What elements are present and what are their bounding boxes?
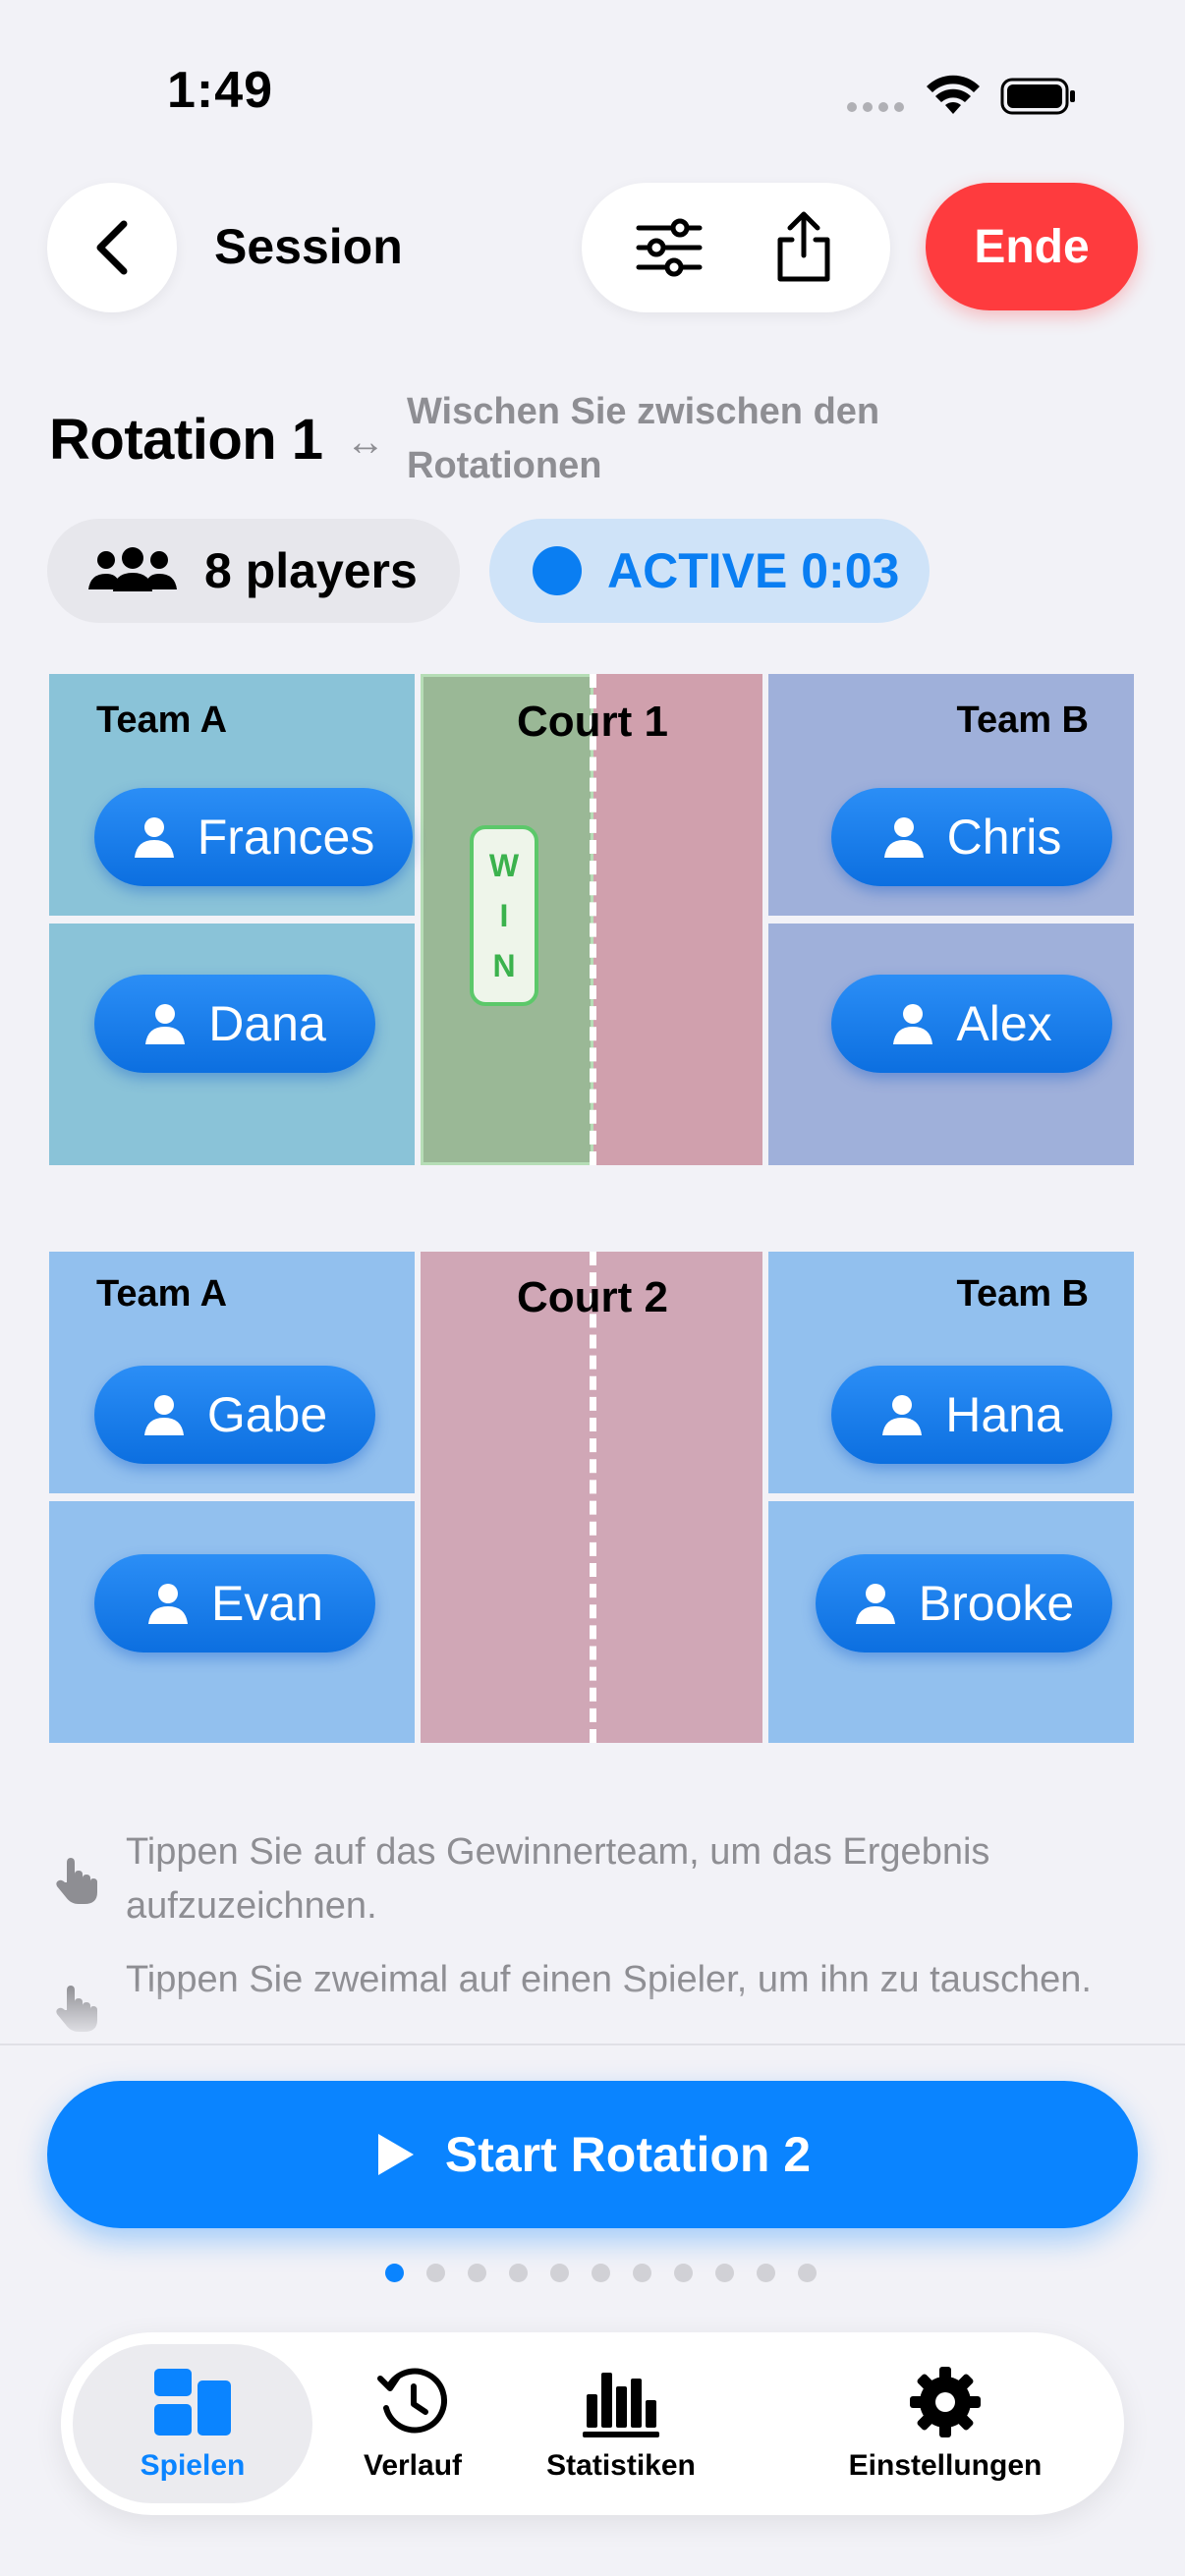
person-icon	[145, 1004, 186, 1044]
person-icon	[134, 817, 174, 858]
win-letter: N	[492, 947, 516, 983]
win-badge[interactable]: W I N	[470, 825, 538, 1006]
court1-floor-right	[593, 674, 762, 1165]
court-1: Team A Team B Court 1 W I N Frances Dana…	[49, 674, 1136, 1165]
players-count-label: 8 players	[204, 543, 418, 598]
gear-icon	[910, 2367, 981, 2437]
active-indicator-icon	[533, 546, 582, 595]
tab-spielen[interactable]: Spielen	[73, 2344, 312, 2503]
swipe-hint: Wischen Sie zwischen den Rotationen	[407, 391, 880, 486]
player-chip[interactable]: Frances	[94, 788, 413, 886]
player-name: Evan	[211, 1576, 323, 1631]
player-name: Hana	[945, 1387, 1063, 1442]
court2-title: Court 2	[517, 1273, 668, 1321]
rotation-page-indicator[interactable]	[0, 2264, 1185, 2282]
player-chip[interactable]: Brooke	[816, 1554, 1112, 1652]
start-rotation-label: Start Rotation 2	[444, 2127, 812, 2182]
player-name: Chris	[946, 810, 1062, 865]
page-dot[interactable]	[467, 2264, 486, 2282]
player-chip[interactable]: Hana	[831, 1366, 1112, 1464]
active-timer-label: ACTIVE 0:03	[607, 543, 900, 598]
player-chip[interactable]: Alex	[831, 975, 1112, 1073]
bar-chart-icon	[583, 2373, 659, 2437]
player-name: Frances	[197, 810, 375, 865]
player-chip[interactable]: Evan	[94, 1554, 375, 1652]
person-icon	[855, 1584, 895, 1624]
person-icon	[883, 817, 924, 858]
rotation-title: Rotation 1	[49, 408, 323, 472]
player-name: Dana	[208, 996, 326, 1051]
page-dot[interactable]	[714, 2264, 734, 2282]
player-name: Alex	[956, 996, 1052, 1051]
page-dot[interactable]	[384, 2264, 404, 2282]
court2-net	[590, 1252, 596, 1743]
tab-verlauf[interactable]: Verlauf	[328, 2344, 497, 2503]
person-icon	[882, 1395, 923, 1435]
page-dot[interactable]	[425, 2264, 445, 2282]
history-icon	[377, 2368, 448, 2434]
tab-label: Spielen	[140, 2449, 246, 2482]
player-chip[interactable]: Dana	[94, 975, 375, 1073]
page-dot[interactable]	[508, 2264, 528, 2282]
share-button[interactable]	[755, 198, 853, 297]
tab-statistiken[interactable]: Statistiken	[523, 2344, 719, 2503]
page-dot[interactable]	[673, 2264, 693, 2282]
page-dot[interactable]	[549, 2264, 569, 2282]
battery-icon	[1000, 78, 1075, 115]
play-icon	[377, 2134, 414, 2175]
end-session-button[interactable]: Ende	[926, 183, 1138, 310]
player-name: Brooke	[918, 1576, 1075, 1631]
wifi-icon	[927, 75, 980, 114]
player-chip[interactable]: Chris	[831, 788, 1112, 886]
grid-icon	[154, 2369, 231, 2436]
group-icon	[88, 547, 177, 591]
start-rotation-button[interactable]: Start Rotation 2	[47, 2081, 1138, 2228]
page-dot[interactable]	[797, 2264, 817, 2282]
court1-title: Court 1	[517, 698, 668, 746]
person-icon	[893, 1004, 933, 1044]
tab-label: Verlauf	[363, 2449, 463, 2482]
tab-einstellungen[interactable]: Einstellungen	[827, 2344, 1063, 2503]
tab-bar: Spielen Verlauf Statistiken Einstellunge…	[61, 2332, 1124, 2515]
hint-record-result: Tippen Sie auf das Gewinnerteam, um das …	[49, 1825, 1130, 1933]
share-icon	[777, 211, 829, 282]
page-dot[interactable]	[756, 2264, 775, 2282]
divider	[0, 2044, 1185, 2045]
status-time: 1:49	[167, 62, 274, 119]
page-dot[interactable]	[591, 2264, 610, 2282]
court-2: Team A Team B Court 2 Gabe Evan Hana Bro…	[49, 1252, 1136, 1743]
player-name: Gabe	[206, 1387, 328, 1442]
tab-label: Statistiken	[546, 2449, 696, 2482]
header-actions	[582, 183, 890, 312]
scroll-fade	[0, 1985, 1185, 2044]
tab-label: Einstellungen	[848, 2449, 1043, 2482]
signal-dots-icon	[847, 102, 906, 114]
court1-net	[590, 674, 596, 1165]
active-timer-chip: ACTIVE 0:03	[489, 519, 930, 623]
filter-button[interactable]	[620, 198, 718, 297]
page-title: Session	[214, 219, 403, 274]
players-count-chip: 8 players	[47, 519, 460, 623]
chevron-left-icon	[96, 220, 128, 275]
person-icon	[148, 1584, 189, 1624]
tap-hand-icon	[56, 1858, 97, 1904]
page-dot[interactable]	[632, 2264, 651, 2282]
person-icon	[143, 1395, 184, 1435]
sliders-icon	[636, 218, 702, 277]
back-button[interactable]	[47, 183, 177, 312]
player-chip[interactable]: Gabe	[94, 1366, 375, 1464]
hint-text: Tippen Sie auf das Gewinnerteam, um das …	[126, 1831, 990, 1927]
swap-arrows-icon: ↔	[346, 420, 385, 464]
win-letter: I	[499, 897, 509, 933]
win-letter: W	[488, 847, 520, 883]
